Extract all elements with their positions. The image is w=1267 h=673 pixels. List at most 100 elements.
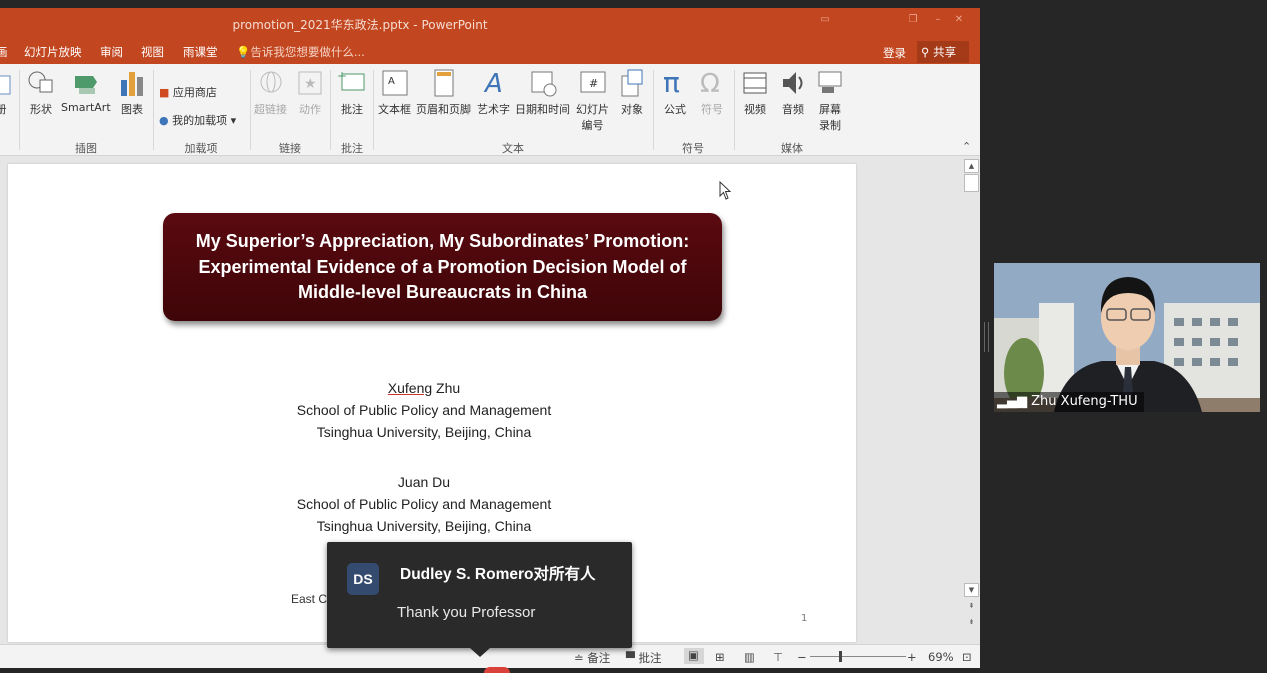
object-icon (621, 69, 643, 97)
participant-video-tile[interactable]: ▂▄▆ Zhu Xufeng-THU (994, 263, 1260, 412)
comments-button[interactable]: ▀ 批注 (626, 650, 662, 666)
video-button[interactable]: 视频 (741, 68, 769, 117)
group-addins: 加载项 (184, 142, 218, 155)
author1-first-name: Xufeng (387, 380, 433, 396)
author1-univ: Tsinghua University, Beijing, China (316, 424, 532, 440)
zoom-out-icon[interactable]: − (797, 650, 807, 664)
symbol-button[interactable]: Ω 符号 (699, 68, 725, 117)
divider (250, 70, 251, 150)
film-icon (743, 72, 767, 94)
divider (734, 70, 735, 150)
scroll-thumb[interactable] (964, 174, 979, 192)
slide-number-icon: # (580, 71, 605, 93)
divider (653, 70, 654, 150)
header-footer-button[interactable]: 页眉和页脚 (416, 68, 471, 117)
vertical-scrollbar[interactable]: ▲ ▼ ⇞ ⇟ (963, 157, 980, 643)
slide-number-button[interactable]: # 幻灯片 编号 (576, 68, 609, 133)
avatar: DS (347, 563, 379, 595)
tell-me-box[interactable]: 💡告诉我您想要做什么... (236, 44, 365, 60)
fit-slide-icon[interactable]: ⊡ (962, 650, 972, 664)
action-button[interactable]: ★ 动作 (297, 68, 323, 117)
store-icon: ■ (159, 86, 170, 99)
wordart-button[interactable]: A 艺术字 (477, 68, 510, 117)
menu-review[interactable]: 审阅 (100, 44, 123, 60)
photo-album-button[interactable]: 册 (0, 68, 12, 117)
tell-me-text: 告诉我您想要做什么... (250, 45, 365, 59)
svg-text:A: A (483, 69, 503, 98)
chat-notification[interactable]: DS Dudley S. Romero对所有人 Thank you Profes… (327, 542, 632, 657)
action-icon: ★ (298, 71, 322, 95)
screen-recording-button[interactable]: 屏幕 录制 (816, 68, 844, 133)
wordart-icon: A (483, 69, 503, 98)
screen-record-icon (818, 71, 842, 93)
svg-text:+: + (337, 69, 347, 83)
chart-button[interactable]: 图表 (119, 68, 145, 117)
speaker-icon (783, 72, 803, 94)
my-addins-button[interactable]: ● 我的加载项 ▾ (159, 112, 236, 128)
audio-button[interactable]: 音频 (779, 68, 807, 117)
reading-view-icon[interactable]: ▥ (744, 650, 755, 664)
zoom-level[interactable]: 69% (928, 650, 954, 664)
chevron-down-icon: ▾ (230, 114, 237, 127)
previous-slide-icon[interactable]: ⇞ (964, 600, 979, 614)
minimize-icon[interactable]: – (931, 14, 945, 28)
textbox-button[interactable]: A 文本框 (378, 68, 411, 117)
comment-bubble-icon: ▀ (626, 651, 635, 665)
panel-splitter-handle[interactable] (984, 322, 989, 352)
menu-draw[interactable]: 画 (0, 44, 8, 60)
menu-bar: 画 幻灯片放映 审阅 视图 雨课堂 💡告诉我您想要做什么... 登录 ⚲ 共享 (0, 40, 980, 64)
title-line: Middle-level Bureaucrats in China (297, 282, 588, 302)
person-icon: ⚲ (921, 45, 930, 59)
object-button[interactable]: 对象 (619, 68, 645, 117)
share-label: 共享 (933, 45, 957, 59)
title-bar: promotion_2021华东政法.pptx - PowerPoint ▭ ❐… (0, 8, 980, 40)
slide-sorter-icon[interactable]: ⊞ (715, 650, 725, 664)
group-illustrations: 插图 (75, 142, 97, 155)
menu-view[interactable]: 视图 (141, 44, 164, 60)
equation-button[interactable]: π 公式 (662, 68, 688, 117)
header-footer-icon (434, 69, 453, 97)
slideshow-icon[interactable]: ⊤ (773, 650, 783, 664)
close-icon[interactable]: ✕ (952, 14, 966, 28)
scroll-up-icon[interactable]: ▲ (964, 159, 979, 173)
hyperlink-button[interactable]: 超链接 (254, 68, 287, 117)
comment-button[interactable]: + 批注 (337, 68, 367, 117)
slide-page-number: 1 (801, 613, 808, 624)
zoom-slider[interactable] (810, 656, 906, 657)
comment-icon: + (337, 69, 365, 91)
next-slide-icon[interactable]: ⇟ (964, 616, 979, 630)
svg-text:★: ★ (304, 76, 317, 92)
divider (373, 70, 374, 150)
author1-dept: School of Public Policy and Management (296, 402, 552, 418)
ribbon-display-icon[interactable]: ▭ (818, 14, 832, 28)
scroll-down-icon[interactable]: ▼ (964, 583, 979, 597)
textbox-icon: A (382, 70, 407, 96)
notification-badge[interactable] (484, 667, 510, 673)
shapes-button[interactable]: 形状 (26, 68, 56, 117)
author2-univ: Tsinghua University, Beijing, China (316, 518, 532, 534)
chat-message: Thank you Professor (397, 604, 536, 621)
signal-strength-icon: ▂▄▆ (997, 394, 1027, 409)
calendar-icon (531, 71, 556, 97)
date-time-button[interactable]: 日期和时间 (515, 68, 570, 117)
restore-icon[interactable]: ❐ (906, 14, 920, 28)
svg-text:π: π (663, 68, 680, 98)
notes-button[interactable]: ≐ 备注 (574, 650, 610, 666)
menu-slideshow[interactable]: 幻灯片放映 (24, 44, 82, 60)
zoom-slider-thumb[interactable] (839, 651, 842, 662)
slide-title-box[interactable]: My Superior’s Appreciation, My Subordina… (163, 213, 722, 321)
normal-view-button[interactable]: ▣ (684, 648, 704, 664)
ribbon-insert: 册 形状 SmartArt 图表 插图 ■ 应用商店 ● 我的加载项 ▾ 加载项 (0, 64, 980, 156)
author2-dept: School of Public Policy and Management (296, 496, 552, 512)
zoom-in-icon[interactable]: + (907, 650, 917, 664)
login-link[interactable]: 登录 (883, 45, 906, 61)
share-button[interactable]: ⚲ 共享 (917, 41, 969, 63)
smartart-button[interactable]: SmartArt (61, 68, 111, 114)
menu-rain-classroom[interactable]: 雨课堂 (183, 44, 218, 60)
collapse-ribbon-icon[interactable]: ⌃ (962, 140, 971, 153)
group-symbols: 符号 (682, 142, 704, 155)
lightbulb-icon: 💡 (236, 45, 251, 59)
omega-icon: Ω (700, 69, 720, 98)
store-button[interactable]: ■ 应用商店 (159, 84, 217, 100)
pi-icon: π (663, 68, 680, 98)
